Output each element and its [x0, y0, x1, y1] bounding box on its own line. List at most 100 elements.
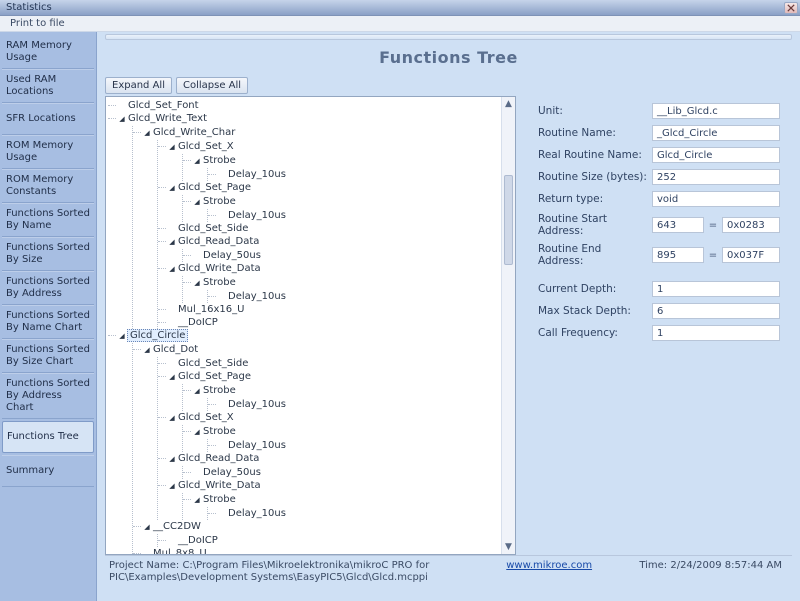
tree-node[interactable]: Glcd_Write_Text [127, 113, 208, 124]
tree-node[interactable]: Glcd_Set_Font [127, 100, 200, 111]
max-stack-depth-label: Max Stack Depth: [538, 305, 648, 317]
tree-node[interactable]: Glcd_Write_Data [177, 480, 262, 491]
tree-toggle[interactable] [168, 412, 176, 425]
sidebar-item-functions-by-name[interactable]: Functions Sorted By Name [2, 203, 94, 237]
tree-node[interactable]: __CC2DW [152, 521, 202, 532]
tree-toggle[interactable] [118, 330, 126, 343]
tree-node[interactable]: Glcd_Set_Side [177, 358, 249, 369]
sidebar-item-rom-memory-constants[interactable]: ROM Memory Constants [2, 169, 94, 203]
tree-toggle[interactable] [168, 236, 176, 249]
sidebar-item-rom-memory-usage[interactable]: ROM Memory Usage [2, 135, 94, 169]
sidebar-item-functions-tree[interactable]: Functions Tree [2, 421, 94, 453]
tree-node[interactable]: Glcd_Write_Char [152, 127, 236, 138]
tree-node[interactable]: Delay_10us [227, 440, 287, 451]
tree-node[interactable]: Strobe [202, 277, 237, 288]
expand-all-button[interactable]: Expand All [105, 77, 172, 94]
tree-node[interactable]: Delay_10us [227, 210, 287, 221]
sidebar-item-ram-memory-usage[interactable]: RAM Memory Usage [2, 36, 94, 69]
call-frequency-field[interactable]: 1 [652, 325, 780, 341]
start-address-dec-field[interactable]: 643 [652, 217, 704, 233]
tree-node[interactable]: Glcd_Set_Page [177, 182, 252, 193]
tree-node[interactable]: Glcd_Set_X [177, 141, 235, 152]
collapse-all-button[interactable]: Collapse All [176, 77, 248, 94]
sidebar-item-functions-by-size-chart[interactable]: Functions Sorted By Size Chart [2, 339, 94, 373]
sidebar-item-used-ram-locations[interactable]: Used RAM Locations [2, 69, 94, 103]
tree-toggle[interactable] [143, 127, 151, 140]
tree-node[interactable]: Glcd_Set_X [177, 412, 235, 423]
tree-node[interactable]: Glcd_Set_Page [177, 371, 252, 382]
tree-toggle[interactable] [118, 113, 126, 126]
scroll-up-icon[interactable]: ▲ [502, 97, 515, 111]
functions-tree[interactable]: Glcd_Set_Font Glcd_Write_Text Glcd_Write… [105, 96, 516, 555]
tree-toggle[interactable] [168, 453, 176, 466]
tree-node[interactable]: Mul_16x16_U [177, 304, 245, 315]
mikroe-link[interactable]: www.mikroe.com [506, 560, 592, 571]
start-address-hex-field[interactable]: 0x0283 [722, 217, 780, 233]
sidebar-item-functions-by-address[interactable]: Functions Sorted By Address [2, 271, 94, 305]
call-frequency-label: Call Frequency: [538, 327, 648, 339]
tree-toggle[interactable] [143, 344, 151, 357]
unit-label: Unit: [538, 105, 648, 117]
scroll-down-icon[interactable]: ▼ [502, 540, 515, 554]
tree-node[interactable]: Delay_50us [202, 467, 262, 478]
max-stack-depth-field[interactable]: 6 [652, 303, 780, 319]
end-address-hex-field[interactable]: 0x037F [722, 247, 780, 263]
tree-node[interactable]: Glcd_Write_Data [177, 263, 262, 274]
tree-node[interactable]: Glcd_Set_Side [177, 223, 249, 234]
tree-node[interactable]: Strobe [202, 426, 237, 437]
start-address-label: Routine Start Address: [538, 213, 648, 237]
tree-toggle[interactable] [168, 182, 176, 195]
equals-icon: = [708, 220, 718, 231]
sidebar-item-functions-by-name-chart[interactable]: Functions Sorted By Name Chart [2, 305, 94, 339]
close-icon [787, 4, 795, 12]
tree-node[interactable]: Strobe [202, 196, 237, 207]
routine-name-label: Routine Name: [538, 127, 648, 139]
page-title: Functions Tree [105, 48, 792, 67]
details-panel: Unit: __Lib_Glcd.c Routine Name: _Glcd_C… [526, 77, 792, 555]
tree-toggle[interactable] [193, 385, 201, 398]
tree-toggle[interactable] [193, 494, 201, 507]
tree-node[interactable]: Glcd_Read_Data [177, 236, 260, 247]
tree-node[interactable]: __DoICP [177, 535, 219, 546]
tree-toggle[interactable] [168, 480, 176, 493]
tree-node[interactable]: Glcd_Dot [152, 344, 199, 355]
tree-scrollbar[interactable]: ▲ ▼ [501, 97, 515, 554]
return-type-field[interactable]: void [652, 191, 780, 207]
routine-name-field[interactable]: _Glcd_Circle [652, 125, 780, 141]
tree-toggle[interactable] [168, 263, 176, 276]
tree-node[interactable]: Mul_8x8_U [152, 548, 208, 554]
time-label: Time: 2/24/2009 8:57:44 AM [639, 560, 782, 571]
end-address-dec-field[interactable]: 895 [652, 247, 704, 263]
panel-grip[interactable] [105, 34, 792, 40]
unit-field[interactable]: __Lib_Glcd.c [652, 103, 780, 119]
sidebar-item-summary[interactable]: Summary [2, 455, 94, 487]
print-to-file-menu[interactable]: Print to file [6, 17, 69, 30]
tree-toggle[interactable] [193, 426, 201, 439]
tree-node[interactable]: Strobe [202, 494, 237, 505]
tree-node[interactable]: Delay_10us [227, 508, 287, 519]
sidebar-item-functions-by-addr-chart[interactable]: Functions Sorted By Address Chart [2, 373, 94, 419]
scroll-thumb[interactable] [504, 175, 513, 265]
tree-node[interactable]: Strobe [202, 385, 237, 396]
tree-node[interactable]: __DoICP [177, 317, 219, 328]
tree-toggle[interactable] [168, 371, 176, 384]
tree-node[interactable]: Delay_10us [227, 399, 287, 410]
close-button[interactable] [784, 2, 798, 14]
current-depth-field[interactable]: 1 [652, 281, 780, 297]
tree-toggle[interactable] [193, 196, 201, 209]
tree-toggle[interactable] [193, 277, 201, 290]
sidebar-item-sfr-locations[interactable]: SFR Locations [2, 103, 94, 135]
tree-toggle[interactable] [143, 521, 151, 534]
real-routine-name-field[interactable]: Glcd_Circle [652, 147, 780, 163]
tree-node[interactable]: Delay_10us [227, 291, 287, 302]
tree-node-selected[interactable]: Glcd_Circle [127, 329, 188, 342]
tree-toggle[interactable] [193, 155, 201, 168]
end-address-label: Routine End Address: [538, 243, 648, 267]
tree-node[interactable]: Glcd_Read_Data [177, 453, 260, 464]
tree-node[interactable]: Delay_10us [227, 169, 287, 180]
tree-toggle[interactable] [168, 141, 176, 154]
tree-node[interactable]: Strobe [202, 155, 237, 166]
sidebar-item-functions-by-size[interactable]: Functions Sorted By Size [2, 237, 94, 271]
tree-node[interactable]: Delay_50us [202, 250, 262, 261]
routine-size-field[interactable]: 252 [652, 169, 780, 185]
